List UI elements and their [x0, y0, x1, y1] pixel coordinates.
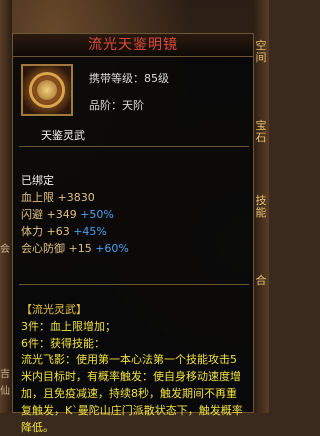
set-title: 【流光灵武】: [21, 303, 87, 316]
stat-pct: +50%: [80, 208, 114, 221]
stat-name: 血上限: [21, 191, 54, 204]
divider: [19, 146, 249, 147]
skill-description: 流光飞影：使用第一本心法第一个技能攻击5米内目标时，有概率触发：使自身移动速度增…: [21, 353, 243, 434]
right-menu-label[interactable]: 空间: [255, 40, 267, 64]
right-menu-label[interactable]: 宝石: [255, 120, 267, 144]
set-bonus-line: 3件：血上限增加；: [21, 320, 116, 333]
stat-name: 闪避: [21, 208, 43, 221]
stat-line: 体力 +63 +45%: [21, 223, 107, 239]
right-menu-label[interactable]: 技能: [255, 195, 267, 219]
stat-add: +349: [46, 208, 77, 221]
mirror-core-icon: [37, 80, 57, 100]
right-menu-label[interactable]: 合: [255, 275, 267, 287]
stat-line: 闪避 +349 +50%: [21, 206, 114, 222]
stat-add: +3830: [57, 191, 95, 204]
set-bonus-line: 6件：获得技能：: [21, 337, 105, 350]
left-ui-strip: [0, 0, 12, 413]
stat-add: +15: [68, 242, 92, 255]
left-menu-label: 吉: [0, 369, 10, 380]
stat-name: 会心防御: [21, 242, 65, 255]
level-requirement: 携带等级：85级: [89, 72, 169, 85]
item-icon: [21, 64, 73, 116]
left-menu-label: 仙: [0, 386, 10, 397]
stat-pct: +60%: [95, 242, 129, 255]
item-type-name: 天鉴灵武: [41, 129, 85, 142]
stat-line: 血上限 +3830: [21, 189, 95, 205]
item-tooltip: 流光天鉴明镜 携带等级：85级 品阶：天阶 天鉴灵武 已绑定 血上限 +3830…: [12, 33, 254, 434]
stat-add: +63: [46, 225, 70, 238]
bound-status: 已绑定: [21, 174, 54, 187]
divider: [19, 284, 249, 285]
stat-name: 体力: [21, 225, 43, 238]
stat-pct: +45%: [73, 225, 107, 238]
stat-line: 会心防御 +15 +60%: [21, 240, 129, 256]
left-menu-label: 会: [0, 244, 10, 255]
item-rank: 品阶：天阶: [89, 99, 144, 112]
item-title: 流光天鉴明镜: [13, 34, 253, 57]
